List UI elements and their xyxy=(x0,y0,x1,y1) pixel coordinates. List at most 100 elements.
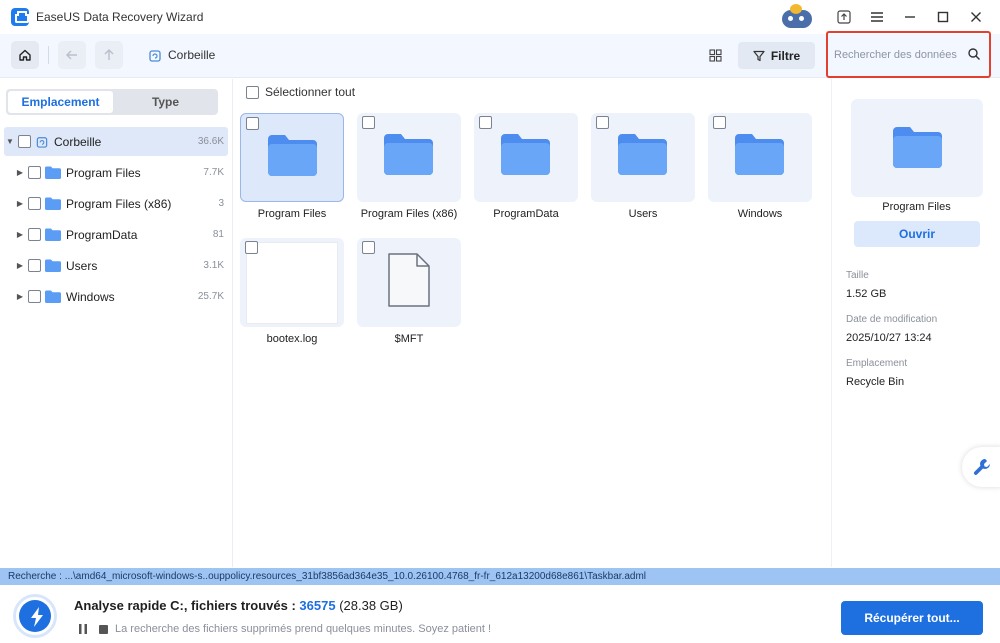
modified-value: 2025/10/27 13:24 xyxy=(846,332,932,344)
home-icon xyxy=(19,49,31,61)
scan-title-text: Analyse rapide C:, fichiers trouvés : xyxy=(74,598,300,613)
grid-icon xyxy=(708,48,722,62)
file-name: Program Files (x86) xyxy=(360,208,458,220)
found-count: 36575 xyxy=(299,598,336,613)
checkbox[interactable] xyxy=(245,241,258,254)
grid-view-button[interactable] xyxy=(702,42,728,68)
minimize-icon[interactable] xyxy=(898,5,922,29)
lightning-icon xyxy=(31,607,43,627)
stop-icon[interactable] xyxy=(99,625,108,634)
select-all-checkbox[interactable] xyxy=(246,85,259,99)
file-card[interactable] xyxy=(708,113,812,202)
filter-button[interactable]: Filtre xyxy=(738,42,815,69)
caret-right-icon[interactable]: ▶ xyxy=(14,292,26,301)
tools-button[interactable] xyxy=(962,447,1000,487)
checkbox[interactable] xyxy=(28,259,41,272)
file-card[interactable] xyxy=(357,238,461,327)
tree-item[interactable]: ▶ Program Files 7.7K xyxy=(4,158,228,187)
menu-icon[interactable] xyxy=(865,5,889,29)
caret-right-icon[interactable]: ▶ xyxy=(14,230,26,239)
folder-icon xyxy=(268,135,317,176)
folder-icon xyxy=(45,166,61,179)
scan-status-bar: Analyse rapide C:, fichiers trouvés : 36… xyxy=(0,585,1000,643)
caret-down-icon[interactable]: ▼ xyxy=(4,137,16,146)
folder-icon xyxy=(45,197,61,210)
search-input[interactable] xyxy=(834,40,960,70)
arrow-up-icon xyxy=(104,49,114,60)
file-name: Windows xyxy=(737,208,783,220)
details-panel: Program Files Ouvrir Taille 1.52 GB Date… xyxy=(831,79,1000,567)
tree-item-label: ProgramData xyxy=(66,227,138,242)
select-all[interactable]: Sélectionner tout xyxy=(246,85,355,99)
scan-path-bar: Recherche : ...\amd64_microsoft-windows-… xyxy=(0,568,1000,585)
checkbox[interactable] xyxy=(479,116,492,129)
app-title: EaseUS Data Recovery Wizard xyxy=(36,10,204,24)
checkbox[interactable] xyxy=(28,290,41,303)
pause-icon[interactable] xyxy=(79,624,87,634)
tab-type[interactable]: Type xyxy=(113,91,218,113)
file-name: Users xyxy=(628,208,658,220)
checkbox[interactable] xyxy=(28,197,41,210)
tree-item-corbeille[interactable]: ▼ Corbeille 36.6K xyxy=(4,127,228,156)
checkbox[interactable] xyxy=(18,135,31,148)
app-logo-icon xyxy=(11,8,29,26)
search-icon[interactable] xyxy=(967,47,981,61)
arrow-left-icon xyxy=(66,50,77,60)
upload-icon[interactable] xyxy=(832,5,856,29)
breadcrumb[interactable]: Corbeille xyxy=(148,48,215,62)
folder-icon xyxy=(45,228,61,241)
filter-icon xyxy=(753,50,765,61)
tree-item-label: Users xyxy=(66,258,98,273)
back-button[interactable] xyxy=(58,41,86,69)
mascot-icon[interactable] xyxy=(782,4,812,28)
tree-item-count: 7.7K xyxy=(203,167,224,178)
checkbox[interactable] xyxy=(28,166,41,179)
close-icon[interactable] xyxy=(964,5,988,29)
folder-icon xyxy=(384,134,433,175)
recycle-bin-icon xyxy=(36,137,48,148)
tree-item-count: 81 xyxy=(212,229,224,240)
sidebar: Emplacement Type ▼ Corbeille 36.6K ▶ Pro… xyxy=(0,79,233,567)
file-card[interactable] xyxy=(240,238,344,327)
log-file-thumbnail xyxy=(246,242,338,324)
tree-item[interactable]: ▶ Windows 25.7K xyxy=(4,282,228,311)
caret-right-icon[interactable]: ▶ xyxy=(14,199,26,208)
file-card[interactable] xyxy=(474,113,578,202)
checkbox[interactable] xyxy=(246,117,259,130)
checkbox[interactable] xyxy=(362,116,375,129)
recycle-bin-icon xyxy=(149,50,161,62)
scan-hint: La recherche des fichiers supprimés pren… xyxy=(115,623,492,635)
maximize-icon[interactable] xyxy=(931,5,955,29)
checkbox[interactable] xyxy=(28,228,41,241)
file-name: ProgramData xyxy=(493,208,559,220)
tree-item-label: Program Files xyxy=(66,165,141,180)
recover-all-button[interactable]: Récupérer tout... xyxy=(841,601,983,635)
checkbox[interactable] xyxy=(362,241,375,254)
tree-item-count: 3.1K xyxy=(203,260,224,271)
caret-right-icon[interactable]: ▶ xyxy=(14,261,26,270)
home-button[interactable] xyxy=(11,41,39,69)
location-label: Emplacement xyxy=(846,358,908,369)
checkbox[interactable] xyxy=(596,116,609,129)
folder-icon xyxy=(45,259,61,272)
tab-emplacement[interactable]: Emplacement xyxy=(8,91,113,113)
file-card[interactable] xyxy=(591,113,695,202)
breadcrumb-label: Corbeille xyxy=(168,48,216,62)
file-card[interactable] xyxy=(240,113,344,202)
tree-item[interactable]: ▶ Users 3.1K xyxy=(4,251,228,280)
caret-right-icon[interactable]: ▶ xyxy=(14,168,26,177)
file-card[interactable] xyxy=(357,113,461,202)
open-button[interactable]: Ouvrir xyxy=(854,221,980,247)
tree-item[interactable]: ▶ ProgramData 81 xyxy=(4,220,228,249)
tree-item-label: Program Files (x86) xyxy=(66,196,172,211)
tree-item-label: Windows xyxy=(66,289,115,304)
scan-title: Analyse rapide C:, fichiers trouvés : 36… xyxy=(74,598,403,613)
wrench-icon xyxy=(973,459,990,475)
up-button[interactable] xyxy=(95,41,123,69)
select-all-label: Sélectionner tout xyxy=(265,85,356,99)
tree-item-label: Corbeille xyxy=(54,134,102,149)
modified-label: Date de modification xyxy=(846,314,938,325)
checkbox[interactable] xyxy=(713,116,726,129)
view-mode-tabs: Emplacement Type xyxy=(6,89,218,115)
tree-item[interactable]: ▶ Program Files (x86) 3 xyxy=(4,189,228,218)
